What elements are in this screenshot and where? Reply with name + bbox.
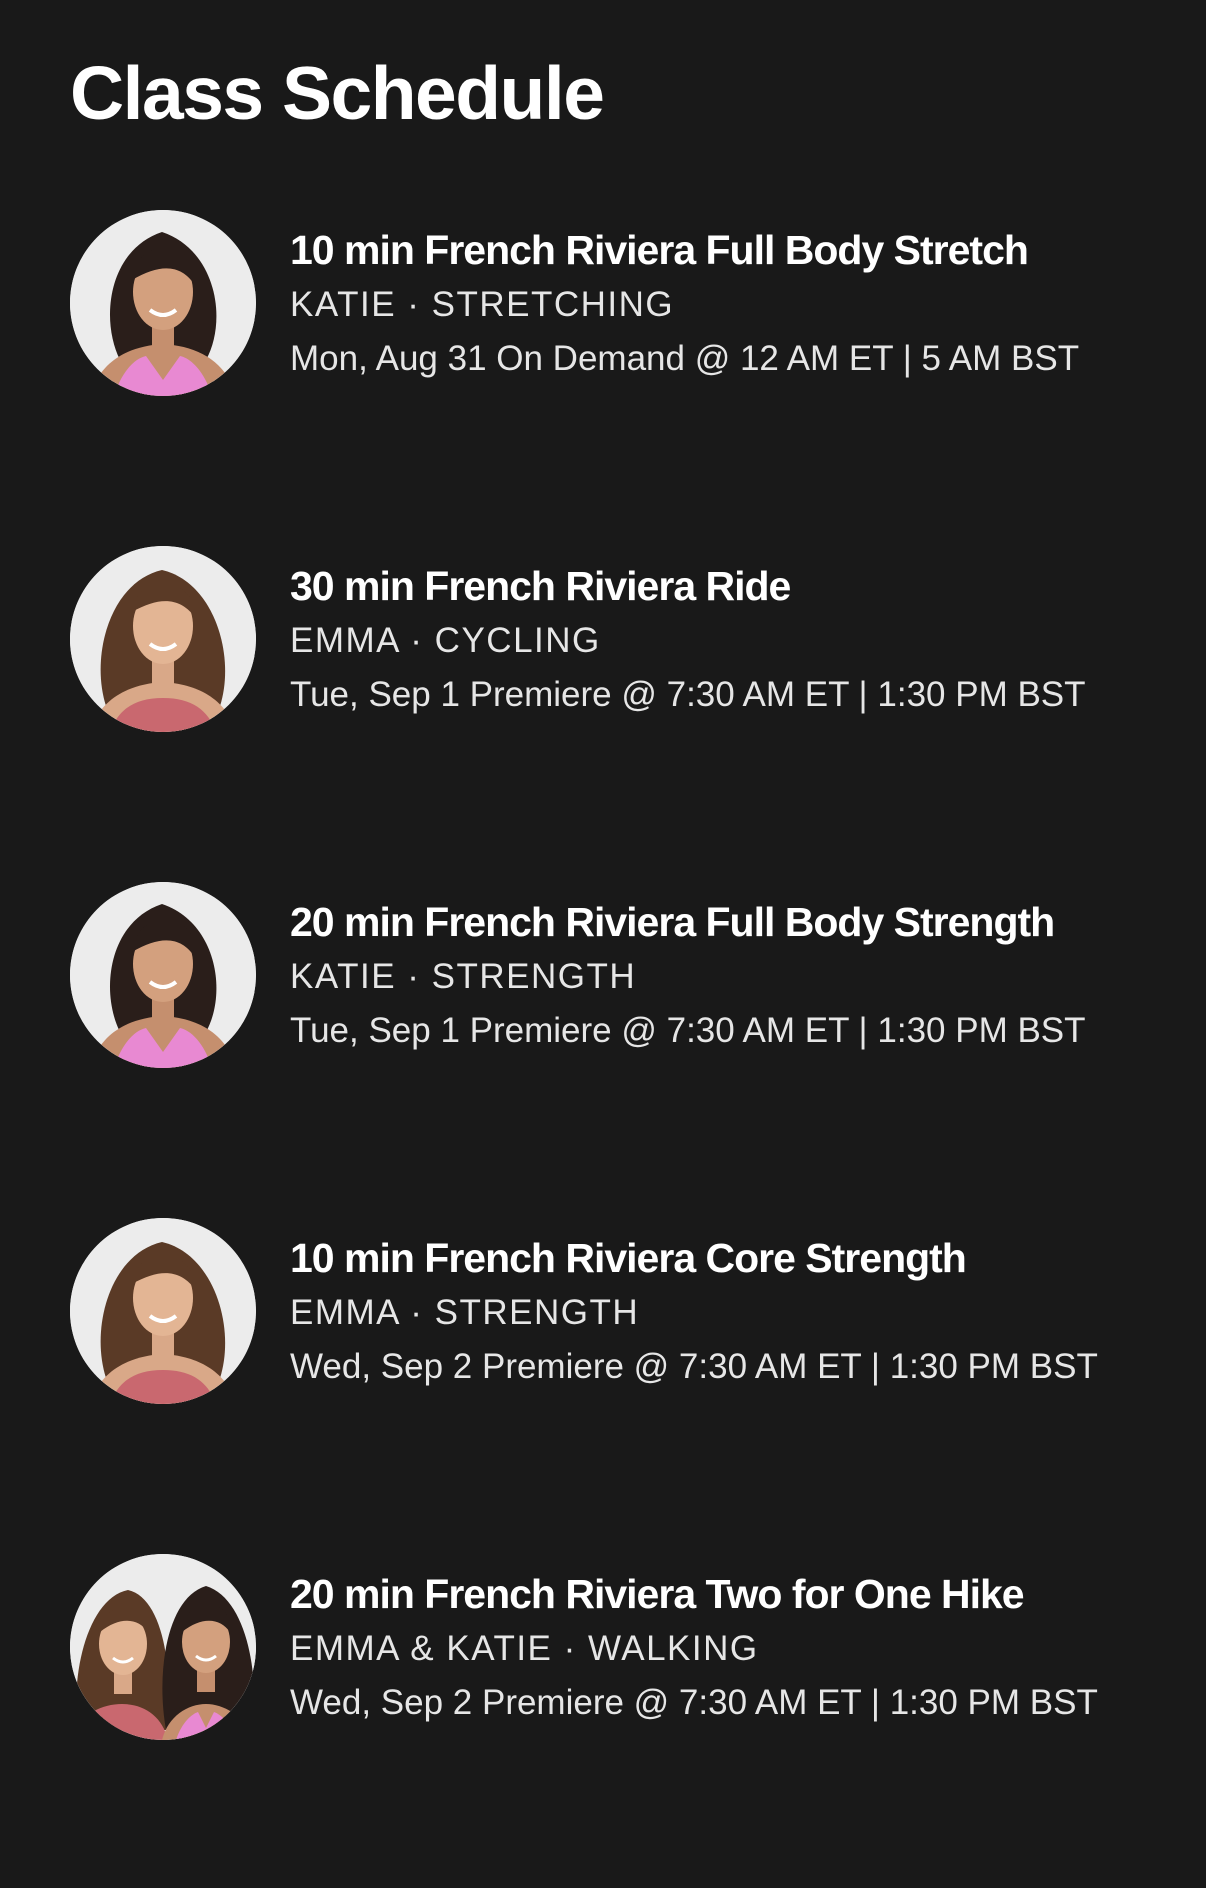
class-title: 10 min French Riviera Core Strength [290,1235,967,1281]
class-item-core-strength[interactable]: 10 min French Riviera Core Strength EMMA… [0,1216,1206,1552]
class-details: 10 min French Riviera Full Body Stretch … [290,226,1190,380]
instructor-emma-portrait [70,1218,256,1404]
instructor-katie-portrait [70,210,256,396]
class-details: 10 min French Riviera Core Strength EMMA… [290,1234,1190,1388]
class-title: 10 min French Riviera Full Body Stretch [290,227,1029,273]
class-title: 20 min French Riviera Two for One Hike [290,1571,1025,1617]
instructor-emma-avatar [70,546,256,732]
instructor-emma-avatar [70,1218,256,1404]
class-item-full-body-stretch[interactable]: 10 min French Riviera Full Body Stretch … [0,208,1206,544]
class-instructor-category: EMMA & KATIE · WALKING [290,1629,759,1668]
class-schedule-time: Mon, Aug 31 On Demand @ 12 AM ET | 5 AM … [290,339,1080,378]
class-details: 20 min French Riviera Full Body Strength… [290,898,1190,1052]
class-details: 20 min French Riviera Two for One Hike E… [290,1570,1190,1724]
class-item-ride[interactable]: 30 min French Riviera Ride EMMA · CYCLIN… [0,544,1206,880]
instructors-emma-katie-portrait [70,1554,256,1740]
class-item-two-for-one-hike[interactable]: 20 min French Riviera Two for One Hike E… [0,1552,1206,1888]
instructor-katie-avatar [70,210,256,396]
instructors-emma-katie-avatar [70,1554,256,1740]
class-title: 20 min French Riviera Full Body Strength [290,899,1055,945]
page-title: Class Schedule [70,51,605,135]
class-title: 30 min French Riviera Ride [290,563,791,609]
class-list: 10 min French Riviera Full Body Stretch … [0,208,1206,1888]
class-schedule-time: Wed, Sep 2 Premiere @ 7:30 AM ET | 1:30 … [290,1683,1098,1722]
class-schedule-time: Tue, Sep 1 Premiere @ 7:30 AM ET | 1:30 … [290,1011,1086,1050]
class-item-full-body-strength[interactable]: 20 min French Riviera Full Body Strength… [0,880,1206,1216]
class-schedule-time: Tue, Sep 1 Premiere @ 7:30 AM ET | 1:30 … [290,675,1086,714]
class-details: 30 min French Riviera Ride EMMA · CYCLIN… [290,562,1190,716]
instructor-emma-portrait [70,546,256,732]
instructor-katie-avatar [70,882,256,1068]
class-schedule-time: Wed, Sep 2 Premiere @ 7:30 AM ET | 1:30 … [290,1347,1098,1386]
class-instructor-category: KATIE · STRETCHING [290,285,675,324]
class-instructor-category: KATIE · STRENGTH [290,957,637,996]
class-instructor-category: EMMA · CYCLING [290,621,601,660]
instructor-katie-portrait [70,882,256,1068]
class-instructor-category: EMMA · STRENGTH [290,1293,640,1332]
